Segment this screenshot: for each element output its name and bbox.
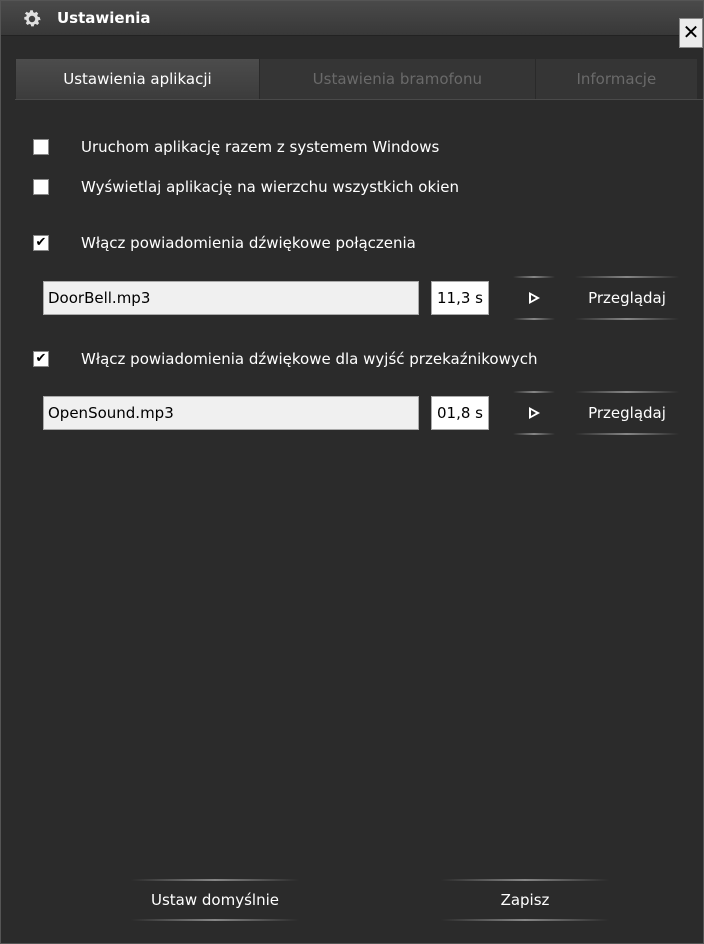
tab-info[interactable]: Informacje [534,59,697,99]
browse-label: Przeglądaj [588,289,666,307]
relay-sound-play-button[interactable] [513,391,555,435]
set-defaults-button[interactable]: Ustaw domyślnie [131,879,299,921]
window-title: Ustawienia [57,9,151,27]
title-bar: Ustawienia [1,1,703,36]
close-button[interactable]: ✕ [679,18,703,48]
relay-sound-browse-button[interactable]: Przeglądaj [575,391,679,435]
autostart-label: Uruchom aplikację razem z systemem Windo… [81,138,440,156]
play-icon [529,292,540,304]
tab-intercom-settings[interactable]: Ustawienia bramofonu [258,59,535,99]
relay-sound-label: Włącz powiadomienia dźwiękowe dla wyjść … [81,350,538,368]
autostart-checkbox[interactable] [33,139,49,155]
tab-content [15,99,703,944]
call-sound-file-field[interactable]: DoorBell.mp3 [43,281,419,315]
tab-app-settings[interactable]: Ustawienia aplikacji [15,59,259,99]
settings-window: Ustawienia ✕ Ustawienia aplikacji Ustawi… [0,0,704,944]
relay-sound-option[interactable]: ✔ Włącz powiadomienia dźwiękowe dla wyjś… [33,349,537,369]
relay-sound-duration: 01,8 s [431,396,489,430]
close-icon: ✕ [682,20,700,44]
always-on-top-label: Wyświetlaj aplikację na wierzchu wszystk… [81,178,460,196]
relay-sound-checkbox[interactable]: ✔ [33,351,49,367]
call-sound-browse-button[interactable]: Przeglądaj [575,276,679,320]
always-on-top-checkbox[interactable] [33,179,49,195]
play-icon [529,407,540,419]
save-label: Zapisz [500,891,550,909]
save-button[interactable]: Zapisz [441,879,609,921]
always-on-top-option[interactable]: Wyświetlaj aplikację na wierzchu wszystk… [33,177,459,197]
relay-sound-file-field[interactable]: OpenSound.mp3 [43,396,419,430]
gear-icon [24,10,41,27]
call-sound-play-button[interactable] [513,276,555,320]
call-sound-label: Włącz powiadomienia dźwiękowe połączenia [81,234,416,252]
autostart-option[interactable]: Uruchom aplikację razem z systemem Windo… [33,137,439,157]
browse-label: Przeglądaj [588,404,666,422]
call-sound-option[interactable]: ✔ Włącz powiadomienia dźwiękowe połączen… [33,233,416,253]
tab-bar: Ustawienia aplikacji Ustawienia bramofon… [15,59,697,99]
set-defaults-label: Ustaw domyślnie [151,891,279,909]
call-sound-duration: 11,3 s [431,281,489,315]
call-sound-checkbox[interactable]: ✔ [33,235,49,251]
